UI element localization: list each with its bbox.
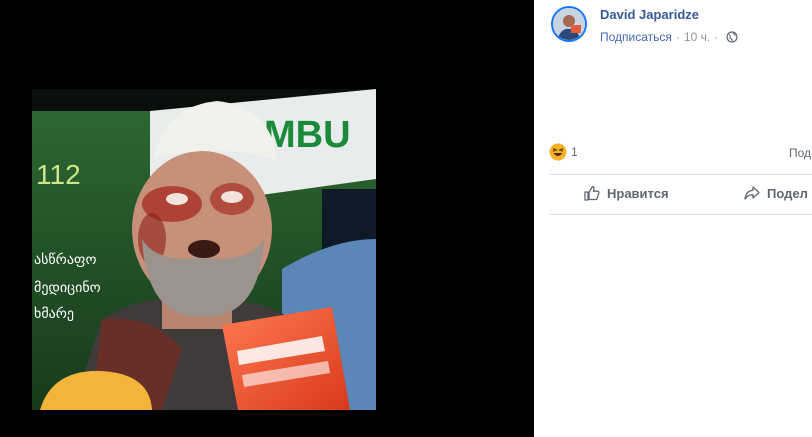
- photo-illustration: MBU 112 ასწრაფო მედიცინო ხმარე: [32, 89, 376, 410]
- ambulance-number: 112: [36, 159, 81, 190]
- shares-count[interactable]: Под: [789, 146, 811, 160]
- share-label: Подел: [767, 185, 808, 201]
- georgian-line-3: ხმარე: [34, 305, 74, 322]
- like-label: Нравится: [607, 185, 669, 201]
- georgian-line-2: მედიცინო: [34, 280, 101, 296]
- post-sidebar: David Japaridze Подписаться · 10 ч. · 1 …: [534, 0, 812, 437]
- haha-reaction-icon: [549, 143, 567, 161]
- photo-viewer: MBU 112 ასწრაფო მედიცინო ხმარე: [0, 0, 534, 437]
- georgian-line-1: ასწრაფო: [34, 251, 96, 268]
- like-button[interactable]: Нравится: [583, 184, 669, 202]
- globe-icon[interactable]: [726, 31, 738, 43]
- ambulance-sign-text: MBU: [264, 114, 351, 156]
- share-arrow-icon: [744, 186, 760, 200]
- share-button[interactable]: Подел: [743, 184, 808, 202]
- avatar-image: [553, 8, 585, 40]
- post-time[interactable]: 10 ч.: [684, 30, 710, 44]
- meta-separator-2: ·: [714, 30, 719, 44]
- divider-bottom: [549, 214, 812, 215]
- avatar[interactable]: [551, 6, 587, 42]
- post-meta: Подписаться · 10 ч. ·: [600, 30, 738, 44]
- author-name[interactable]: David Japaridze: [600, 7, 699, 22]
- post-photo[interactable]: MBU 112 ასწრაფო მედიცინო ხმარე: [32, 89, 376, 410]
- reaction-summary[interactable]: 1: [549, 143, 578, 161]
- thumbs-up-icon: [584, 185, 600, 201]
- follow-link[interactable]: Подписаться: [600, 30, 672, 44]
- meta-separator: ·: [675, 30, 680, 44]
- reaction-count: 1: [571, 145, 578, 159]
- divider-top: [549, 174, 812, 175]
